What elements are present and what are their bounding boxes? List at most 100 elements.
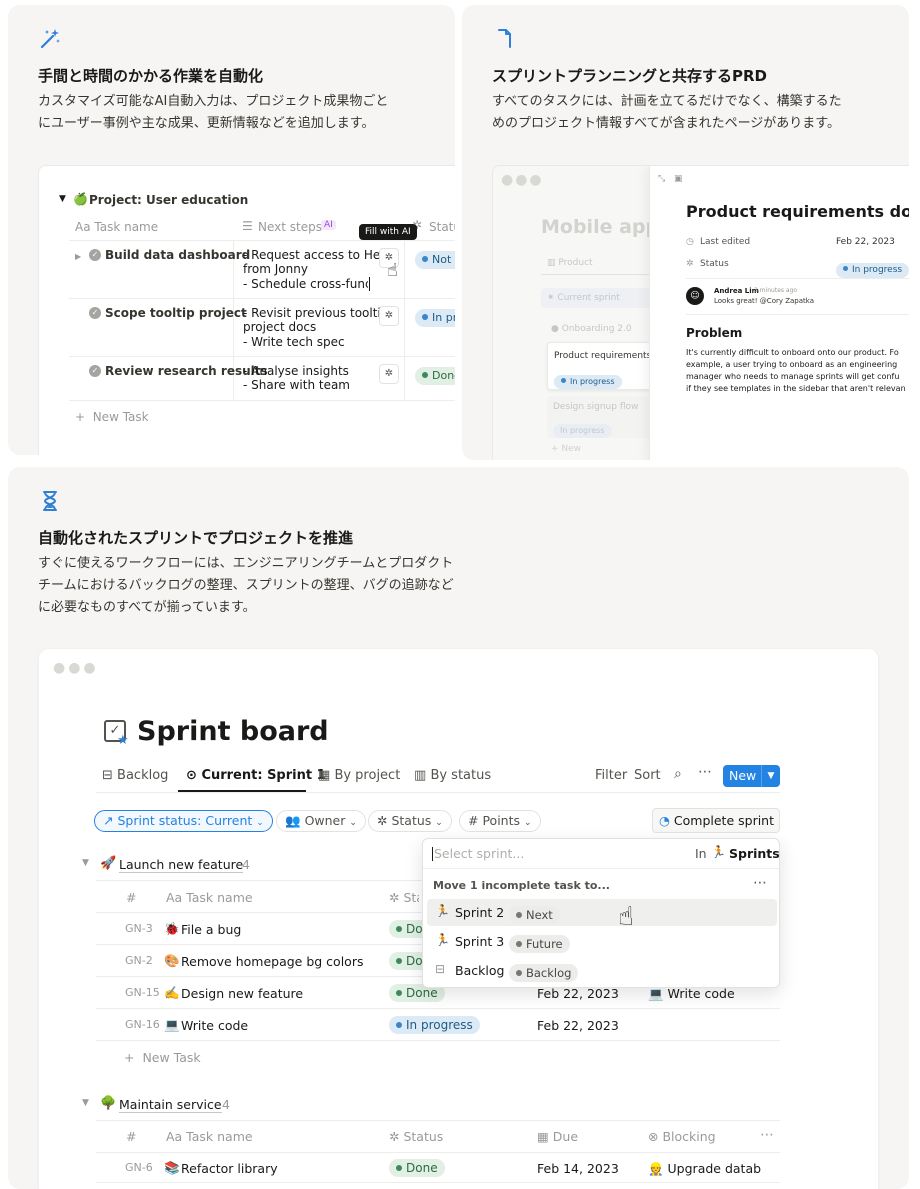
arrow-icon: ↗ [103,813,114,828]
text-cursor [432,847,433,861]
task-id: GN-3 [125,922,153,935]
doc-title: Product requirements doc [686,202,909,221]
next-step-line: - Schedule cross-func [243,277,368,291]
status-pill[interactable]: Done [389,1159,445,1177]
task-id: GN-6 [125,1161,153,1174]
group-name[interactable]: Launch new feature [119,857,244,873]
option-backlog[interactable]: ⊟ Backlog Backlog [427,957,777,984]
chip-owner[interactable]: 👥 Owner ⌄ [276,810,366,832]
ai-badge: AI [321,220,336,230]
fill-ai-button[interactable]: ✲ [379,306,399,326]
next-step-line: from Jonny [243,262,308,276]
status-spinner-icon: ✲ [389,1129,400,1144]
status-value[interactable]: In progress [836,257,909,278]
people-icon: 👥 [285,813,301,828]
sort-button[interactable]: Sort [634,768,661,783]
chevron-down-icon: ⌄ [349,818,357,828]
col-next-steps[interactable]: Next steps [258,220,322,234]
search-icon[interactable]: ⌕ [674,766,682,782]
next-step-line: - Revisit previous tooltip [243,306,389,320]
dropdown-section: Move 1 incomplete task to... [433,879,610,892]
feature-title: 手間と時間のかかる作業を自動化 [38,67,264,85]
feature-desc-line2: チームにおけるバックログの整理、スプリントの整理、バグの追跡など [38,578,454,593]
task-name[interactable]: File a bug [181,922,241,937]
chip-points[interactable]: # Points ⌄ [459,810,541,832]
inbox-icon: ⊟ [102,768,113,783]
panel-mode-icon[interactable]: ▣ [674,174,683,184]
select-sprint-dropdown: Select sprint... In 🏃 Sprints Move 1 inc… [422,838,780,988]
task-id: GN-16 [125,1018,160,1031]
next-step-line: - Write tech spec [243,335,345,349]
problem-heading: Problem [686,326,743,340]
bg-group: ● Onboarding 2.0 [551,324,632,334]
col-task-name[interactable]: Aa Task name [75,220,158,234]
tab-by-status[interactable]: ▥ By status [414,768,491,783]
task-name[interactable]: Design new feature [181,986,303,1001]
chevron-down-icon[interactable]: ▼ [761,765,780,787]
col-due[interactable]: ▦ Due [537,1129,578,1144]
feature-desc-line3: に必要なものすべてが揃っています。 [38,600,256,615]
toggle-arrow-icon[interactable]: ▼ [59,194,66,204]
col-status[interactable]: Status [429,220,455,234]
complete-sprint-button[interactable]: ◔ Complete sprint [652,808,780,833]
tooltip-fill-with-ai: Fill with AI [359,224,417,240]
col-task-name[interactable]: Aa Task name [166,1129,253,1144]
runner-icon: 🏃 [435,904,450,918]
blocking-link[interactable]: 💻 Write code [648,986,735,1002]
group-name[interactable]: Maintain service [119,1097,222,1113]
status-pill[interactable]: Done [415,364,455,385]
status-pill[interactable]: Dor [389,952,423,970]
fill-ai-button[interactable]: ✲ [379,364,399,384]
runner-icon: 🏃 [435,933,450,947]
due-date: Feb 14, 2023 [537,1161,619,1176]
group-toggle-icon[interactable]: ▼ [82,858,89,868]
problem-line: manager who needs to manage sprints will… [686,372,900,381]
tab-current-sprint[interactable]: ⊙ Current: Sprint 1 [186,768,326,783]
new-button[interactable]: New ▼ [723,765,780,787]
task-name[interactable]: Build data dashboard [105,248,250,262]
expand-icon[interactable]: ⤡ [658,174,665,184]
task-emoji: ✍️ [164,985,180,1000]
blocking-link[interactable]: 👷 Upgrade datab [648,1161,761,1177]
group-count: 4 [222,1097,230,1112]
task-name[interactable]: Refactor library [181,1161,278,1176]
task-name[interactable]: Remove homepage bg colors [181,954,363,969]
col-task-name[interactable]: Aa Task name [166,890,253,905]
tab-backlog[interactable]: ⊟ Backlog [102,768,168,783]
status-pill[interactable]: Not s [415,248,455,269]
database-mockup: ▼ 🍏 Project: User education Aa Task name… [38,165,455,455]
status-pill[interactable]: In progress [389,1016,480,1034]
calendar-icon: ▦ [537,1129,549,1144]
text-cursor [369,277,370,291]
task-name[interactable]: Write code [181,1018,248,1033]
hand-cursor-icon: ☝ [618,902,634,932]
group-toggle-icon[interactable]: ▼ [82,1098,89,1108]
task-name[interactable]: Scope tooltip project [105,306,247,320]
tab-by-project[interactable]: ▦ By project [318,768,400,783]
chip-status[interactable]: ✲ Status ⌄ [368,810,452,832]
status-pill[interactable]: In pro [415,306,455,327]
col-status[interactable]: ✲ Sta [389,890,419,905]
chevron-down-icon: ⌄ [256,818,264,828]
apple-icon: 🍏 [73,192,88,206]
new-task-button[interactable]: + New Task [75,410,149,424]
bg-card2: Design signup flow In progress [547,396,657,438]
check-circle-icon: ✓ [89,365,101,377]
more-icon[interactable]: ⋯ [698,764,712,780]
more-icon[interactable]: ⋯ [753,875,767,891]
status-pill[interactable]: Dor [389,920,423,938]
blocked-icon: ⊗ [648,1129,659,1144]
more-icon[interactable]: ⋯ [760,1127,774,1143]
row-toggle-icon[interactable]: ▶ [75,252,81,261]
col-status[interactable]: ✲ Status [389,1129,443,1144]
option-sprint-3[interactable]: 🏃 Sprint 3 Future [427,928,777,955]
comment-time: 3 minutes ago [754,287,798,294]
col-id: # [126,890,137,905]
chip-sprint-status[interactable]: ↗ Sprint status: Current ⌄ [94,810,273,832]
sprint-search-input[interactable]: Select sprint... In 🏃 Sprints [423,839,780,869]
last-edited-value: Feb 22, 2023 [836,237,895,247]
filter-button[interactable]: Filter [595,768,627,783]
new-task-button[interactable]: + New Task [124,1050,201,1065]
col-blocking[interactable]: ⊗ Blocking [648,1129,716,1144]
option-sprint-2[interactable]: 🏃 Sprint 2 Next [427,899,777,926]
